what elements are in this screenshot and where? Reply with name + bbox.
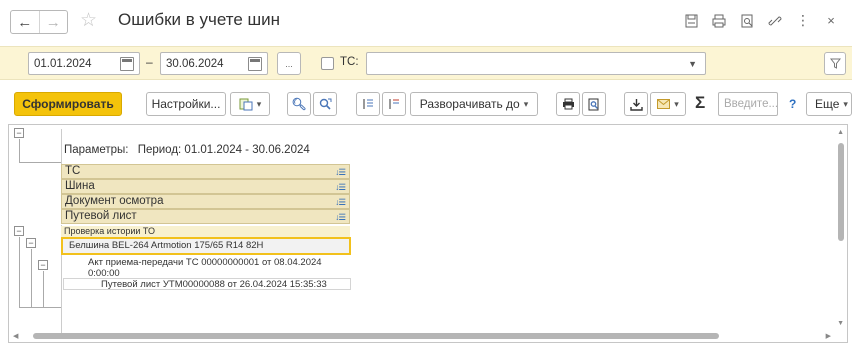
scroll-left-icon[interactable]: ◀: [13, 332, 18, 340]
expand-groups-button[interactable]: [356, 92, 380, 116]
report-spreadsheet[interactable]: − Параметры: Период: 01.01.2024 - 30.06.…: [8, 124, 848, 343]
print-preview-button[interactable]: [582, 92, 606, 116]
collapse-toggle-icon[interactable]: −: [26, 238, 36, 248]
parameters-label: Параметры:: [64, 144, 129, 156]
parameters-line: Параметры: Период: 01.01.2024 - 30.06.20…: [64, 144, 310, 156]
calendar-icon[interactable]: [248, 57, 262, 71]
grouping-header-tc[interactable]: ТС ↓☰: [61, 164, 350, 179]
preview-icon[interactable]: [738, 14, 756, 28]
collapse-toggle-icon[interactable]: −: [14, 128, 24, 138]
grouping-label: Шина: [65, 180, 95, 192]
sum-icon[interactable]: Σ: [695, 93, 705, 113]
printer-icon: [562, 98, 574, 110]
print-button[interactable]: [556, 92, 580, 116]
outline-line: [43, 271, 44, 307]
vertical-scroll-thumb[interactable]: [838, 143, 844, 241]
collapse-toggle-icon[interactable]: −: [14, 226, 24, 236]
check-history-header: Проверка истории ТО: [61, 226, 350, 237]
act-row[interactable]: Акт приема-передачи ТС 00000000001 от 08…: [88, 257, 358, 268]
vertical-scrollbar[interactable]: [837, 129, 845, 337]
date-to-field[interactable]: 30.06.2024: [160, 52, 268, 75]
filter-button[interactable]: [824, 52, 846, 75]
horizontal-scroll-thumb[interactable]: [33, 333, 719, 339]
sort-icon[interactable]: ↓☰: [335, 181, 346, 194]
scroll-right-icon[interactable]: ▶: [826, 332, 831, 340]
find-next-button[interactable]: [313, 92, 337, 116]
navigation-buttons: ← →: [10, 10, 68, 34]
settings-button[interactable]: Настройки...: [146, 92, 226, 116]
generate-button[interactable]: Сформировать: [14, 92, 122, 116]
help-button[interactable]: ?: [789, 97, 796, 111]
grouping-header-inspection[interactable]: Документ осмотра ↓☰: [61, 194, 350, 209]
save-file-button[interactable]: [624, 92, 648, 116]
waybill-row[interactable]: Путевой лист УТМ00000088 от 26.04.2024 1…: [101, 279, 327, 290]
chevron-down-icon[interactable]: ▼: [688, 59, 697, 69]
link-icon[interactable]: [766, 14, 784, 28]
chevron-down-icon: ▾: [843, 98, 848, 109]
find-button[interactable]: 🔍︎: [287, 92, 311, 116]
expand-to-button[interactable]: Разворачивать до ▾: [410, 92, 538, 116]
sort-icon[interactable]: ↓☰: [335, 196, 346, 209]
send-email-button[interactable]: ▾: [650, 92, 686, 116]
parameters-value: Период: 01.01.2024 - 30.06.2024: [137, 144, 310, 156]
tc-select[interactable]: ▼: [366, 52, 706, 75]
outline-line: [19, 237, 20, 307]
outline-line: [31, 249, 32, 307]
close-icon[interactable]: ×: [822, 13, 840, 28]
chevron-down-icon: ▾: [674, 98, 679, 109]
tc-label: ТС:: [340, 56, 359, 68]
grouping-label: Путевой лист: [65, 210, 137, 222]
search-replace-icon: [319, 98, 331, 110]
variants-button[interactable]: ▾: [230, 92, 270, 116]
calendar-icon[interactable]: [120, 57, 134, 71]
act-line-1: Акт приема-передачи ТС 00000000001 от 08…: [88, 257, 322, 268]
search-placeholder: Введите...: [724, 98, 779, 110]
tc-checkbox[interactable]: [321, 57, 334, 70]
sort-icon[interactable]: ↓☰: [335, 211, 346, 224]
tire-row[interactable]: Белшина BEL-264 Artmotion 175/65 R14 82H: [61, 237, 351, 255]
more-button[interactable]: Еще ▾: [806, 92, 852, 116]
expand-list-icon: [363, 99, 373, 109]
window-title: Ошибки в учете шин: [118, 10, 281, 29]
grouping-label: ТС: [65, 165, 81, 177]
scroll-down-icon[interactable]: ▼: [837, 320, 844, 327]
envelope-icon: [657, 99, 671, 109]
outline-line: [19, 139, 20, 162]
preview-icon: [588, 98, 599, 110]
arrow-right-icon: →: [45, 13, 61, 31]
grouping-header-waybill[interactable]: Путевой лист ↓☰: [61, 209, 350, 224]
period-select-button[interactable]: ...: [277, 52, 301, 75]
save-icon[interactable]: [682, 14, 700, 28]
funnel-icon: [829, 58, 841, 69]
more-label: Еще: [815, 97, 840, 111]
grouping-label: Документ осмотра: [65, 195, 164, 207]
chevron-down-icon: ▾: [256, 98, 262, 109]
download-icon: [629, 98, 643, 111]
window-actions: ⋮ ×: [682, 12, 840, 29]
favorite-star-icon[interactable]: ☆: [80, 9, 97, 32]
grouping-header-tire[interactable]: Шина ↓☰: [61, 179, 350, 194]
print-icon[interactable]: [710, 14, 728, 28]
sort-icon[interactable]: ↓☰: [335, 166, 346, 179]
more-vertical-icon[interactable]: ⋮: [794, 12, 812, 29]
outline-line: [19, 162, 61, 163]
date-range-dash: –: [146, 55, 153, 69]
search-field[interactable]: Введите...: [718, 92, 778, 116]
date-to-value: 30.06.2024: [166, 57, 224, 70]
report-variant-icon: [239, 98, 253, 110]
chevron-down-icon: ▾: [523, 98, 529, 109]
collapse-list-icon: [389, 99, 399, 109]
forward-button[interactable]: →: [38, 11, 68, 33]
search-icon: 🔍︎: [291, 97, 307, 111]
arrow-left-icon: ←: [17, 13, 33, 31]
back-button[interactable]: ←: [11, 11, 39, 33]
collapse-groups-button[interactable]: [382, 92, 406, 116]
date-from-value: 01.01.2024: [34, 57, 92, 70]
collapse-toggle-icon[interactable]: −: [38, 260, 48, 270]
expand-to-label: Разворачивать до: [419, 97, 520, 111]
outline-line: [19, 307, 61, 308]
date-from-field[interactable]: 01.01.2024: [28, 52, 140, 75]
